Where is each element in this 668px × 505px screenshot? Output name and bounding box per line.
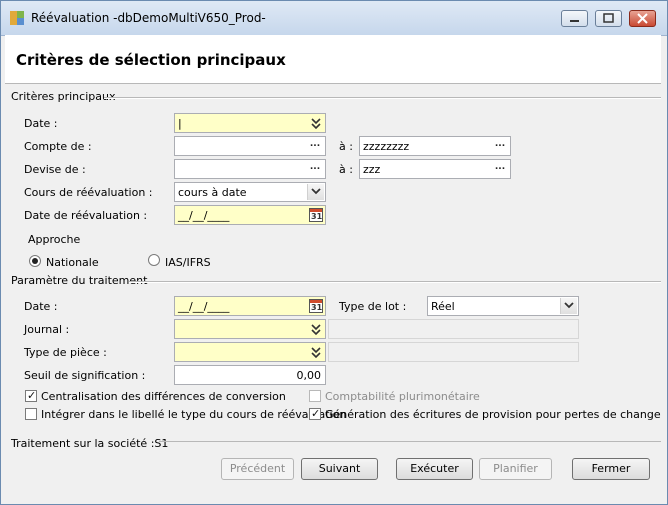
check-icon: ✓	[311, 407, 321, 420]
calendar-icon-number: 31	[311, 212, 323, 221]
maximize-icon	[603, 13, 614, 23]
app-icon	[10, 11, 24, 25]
journal-label: Journal :	[24, 323, 70, 336]
radio-ias-ifrs[interactable]	[148, 254, 160, 266]
doc-type-combo[interactable]	[174, 342, 326, 362]
plan-button[interactable]: Planifier	[479, 458, 552, 480]
journal-combo[interactable]	[174, 319, 326, 339]
execute-button[interactable]: Exécuter	[396, 458, 473, 480]
calendar-icon[interactable]: 31	[309, 208, 323, 222]
window-title: Réévaluation -dbDemoMultiV650_Prod-	[31, 11, 266, 25]
ellipsis-icon[interactable]: ...	[307, 162, 323, 176]
account-from-field[interactable]: ...	[174, 136, 326, 156]
footer-divider	[159, 441, 661, 442]
processing-date-value: __/__/____	[178, 300, 230, 313]
radio-nationale[interactable]	[29, 255, 41, 267]
currency-to-field[interactable]: zzz ...	[359, 159, 511, 179]
rate-select[interactable]: cours à date	[174, 182, 326, 202]
double-chevron-down-icon[interactable]	[309, 116, 323, 130]
page-title: Critères de sélection principaux	[16, 51, 286, 69]
date-combo[interactable]: |	[174, 113, 326, 133]
approach-label: Approche	[28, 233, 81, 246]
group-line-main-criteria	[104, 97, 661, 99]
rate-value: cours à date	[178, 186, 247, 199]
processing-date-label: Date :	[24, 300, 58, 313]
chevron-down-icon	[311, 188, 321, 195]
label-rate-type-label: Intégrer dans le libellé le type du cour…	[41, 408, 347, 421]
account-to-value: zzzzzzzz	[363, 140, 410, 153]
group-label-main-criteria: Critères principaux	[11, 90, 116, 103]
minimize-button[interactable]	[561, 10, 588, 27]
radio-nationale-label: Nationale	[46, 256, 99, 269]
account-to-label: à :	[339, 140, 353, 153]
close-button[interactable]: Fermer	[572, 458, 650, 480]
threshold-label: Seuil de signification :	[24, 369, 146, 382]
reval-date-field[interactable]: __/__/____ 31	[174, 205, 326, 225]
provision-checkbox[interactable]: ✓	[309, 407, 321, 420]
multicurrency-checkbox	[309, 390, 321, 402]
provision-label: Génération des écritures de provision po…	[325, 408, 661, 421]
ellipsis-icon[interactable]: ...	[492, 139, 508, 153]
dropdown-button[interactable]	[307, 184, 324, 200]
ellipsis-icon[interactable]: ...	[492, 162, 508, 176]
centralisation-label: Centralisation des différences de conver…	[41, 390, 286, 403]
check-icon: ✓	[27, 389, 37, 402]
multicurrency-label: Comptabilité plurimonétaire	[325, 390, 480, 403]
previous-button[interactable]: Précédent	[221, 458, 294, 480]
rate-label: Cours de réévaluation :	[24, 186, 153, 199]
maximize-button[interactable]	[595, 10, 622, 27]
processing-date-field[interactable]: __/__/____ 31	[174, 296, 326, 316]
reval-date-value: __/__/____	[178, 209, 230, 222]
company-label: Traitement sur la société :S1	[11, 437, 169, 450]
group-label-processing: Paramètre du traitement	[11, 274, 148, 287]
account-to-field[interactable]: zzzzzzzz ...	[359, 136, 511, 156]
centralisation-checkbox[interactable]: ✓	[25, 389, 37, 402]
threshold-input[interactable]: 0,00	[174, 365, 326, 385]
close-icon	[637, 13, 648, 24]
date-label: Date :	[24, 117, 58, 130]
journal-description-field	[328, 319, 579, 339]
radio-selected-dot	[32, 258, 38, 264]
currency-to-value: zzz	[363, 163, 381, 176]
group-line-processing	[129, 281, 661, 283]
batch-type-value: Réel	[431, 300, 455, 313]
reval-date-label: Date de réévaluation :	[24, 209, 148, 222]
doc-type-label: Type de pièce :	[24, 346, 107, 359]
doc-type-description-field	[328, 342, 579, 362]
next-button[interactable]: Suivant	[301, 458, 378, 480]
chevron-down-icon	[564, 302, 574, 309]
minimize-icon	[570, 20, 579, 22]
radio-ias-ifrs-label: IAS/IFRS	[165, 256, 211, 269]
close-window-button[interactable]	[629, 10, 656, 27]
batch-type-label: Type de lot :	[339, 300, 407, 313]
double-chevron-down-icon[interactable]	[309, 322, 323, 336]
currency-from-field[interactable]: ...	[174, 159, 326, 179]
date-value: |	[178, 117, 182, 130]
currency-label: Devise de :	[24, 163, 86, 176]
batch-type-select[interactable]: Réel	[427, 296, 579, 316]
account-label: Compte de :	[24, 140, 92, 153]
title-bar[interactable]: Réévaluation -dbDemoMultiV650_Prod-	[1, 1, 667, 36]
double-chevron-down-icon[interactable]	[309, 345, 323, 359]
header-divider	[5, 83, 661, 84]
currency-to-label: à :	[339, 163, 353, 176]
label-rate-type-checkbox[interactable]	[25, 408, 37, 420]
threshold-value: 0,00	[296, 369, 322, 382]
ellipsis-icon[interactable]: ...	[307, 139, 323, 153]
calendar-icon-number: 31	[311, 303, 323, 312]
dropdown-button[interactable]	[560, 298, 577, 314]
calendar-icon[interactable]: 31	[309, 299, 323, 313]
